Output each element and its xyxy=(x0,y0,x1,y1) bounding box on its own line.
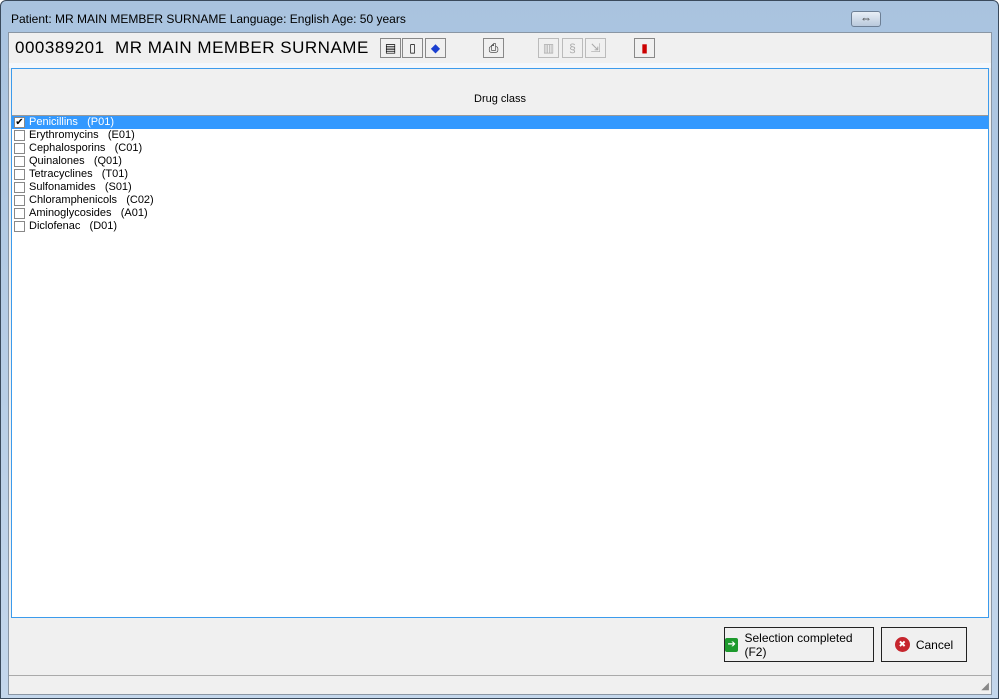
footer: ➔ Selection completed (F2) ✖ Cancel xyxy=(9,619,991,671)
checkbox[interactable] xyxy=(14,169,25,180)
list-item[interactable]: Tetracyclines (T01) xyxy=(12,168,988,181)
list-item-label: Penicillins (P01) xyxy=(29,116,114,128)
double-arrow-icon: ⇔ xyxy=(860,11,872,25)
checkbox[interactable] xyxy=(14,156,25,167)
cancel-button[interactable]: ✖ Cancel xyxy=(881,627,967,662)
print-icon[interactable]: ⎙ xyxy=(483,38,504,58)
disabled-export-icon[interactable]: ⇲ xyxy=(585,38,606,58)
list-item[interactable]: Sulfonamides (S01) xyxy=(12,181,988,194)
selection-completed-label: Selection completed (F2) xyxy=(744,630,853,659)
patient-id: 000389201 xyxy=(15,38,105,57)
list-item[interactable]: ✔ Penicillins (P01) xyxy=(12,116,988,129)
list-item-label: Tetracyclines (T01) xyxy=(29,168,129,180)
list-item-label: Erythromycins (E01) xyxy=(29,129,135,141)
selection-completed-button[interactable]: ➔ Selection completed (F2) xyxy=(724,627,874,662)
list-item[interactable]: Cephalosporins (C01) xyxy=(12,142,988,155)
list-item[interactable]: Diclofenac (D01) xyxy=(12,220,988,233)
list-item[interactable]: Quinalones (Q01) xyxy=(12,155,988,168)
list-item-label: Aminoglycosides (A01) xyxy=(29,207,148,219)
list-item-label: Sulfonamides (S01) xyxy=(29,181,132,193)
checkbox[interactable] xyxy=(14,221,25,232)
resize-grip-icon[interactable]: ◢ xyxy=(981,681,989,692)
checkbox[interactable] xyxy=(14,143,25,154)
list-item-label: Cephalosporins (C01) xyxy=(29,142,143,154)
copy-docs-icon[interactable]: ▤ xyxy=(380,38,401,58)
cancel-icon: ✖ xyxy=(894,637,910,652)
chart-icon[interactable]: ▮ xyxy=(634,38,655,58)
checkbox[interactable] xyxy=(14,208,25,219)
list-item-label: Diclofenac (D01) xyxy=(29,220,118,232)
patient-heading: 000389201 MR MAIN MEMBER SURNAME xyxy=(15,38,369,58)
app-window: Patient: MR MAIN MEMBER SURNAME Language… xyxy=(0,0,999,699)
checkbox[interactable] xyxy=(14,195,25,206)
edit-icon[interactable]: ◆ xyxy=(425,38,446,58)
resize-toggle-button[interactable]: ⇔ xyxy=(851,11,881,27)
checkbox[interactable] xyxy=(14,130,25,141)
disabled-document-icon[interactable]: ▥ xyxy=(538,38,559,58)
window-title: Patient: MR MAIN MEMBER SURNAME Language… xyxy=(11,12,406,26)
list-item[interactable]: Chloramphenicols (C02) xyxy=(12,194,988,207)
list-item[interactable]: Aminoglycosides (A01) xyxy=(12,207,988,220)
drug-class-list: Drug class ✔ Penicillins (P01) Erythromyci… xyxy=(11,68,989,618)
client-area: 000389201 MR MAIN MEMBER SURNAME ▤ ▯ ◆ ⎙… xyxy=(8,32,992,695)
cancel-label: Cancel xyxy=(915,637,954,652)
list-item-label: Quinalones (Q01) xyxy=(29,155,122,167)
patient-header: 000389201 MR MAIN MEMBER SURNAME ▤ ▯ ◆ ⎙… xyxy=(9,33,991,63)
checkbox[interactable] xyxy=(14,182,25,193)
column-header-drug-class[interactable]: Drug class xyxy=(12,69,988,116)
document-icon[interactable]: ▯ xyxy=(402,38,423,58)
green-arrow-icon: ➔ xyxy=(725,637,739,652)
disabled-sp-icon[interactable]: § xyxy=(562,38,583,58)
checkbox[interactable]: ✔ xyxy=(14,117,25,128)
status-bar: ◢ xyxy=(9,675,991,694)
list-item-label: Chloramphenicols (C02) xyxy=(29,194,154,206)
patient-name: MR MAIN MEMBER SURNAME xyxy=(115,38,369,57)
list-item[interactable]: Erythromycins (E01) xyxy=(12,129,988,142)
